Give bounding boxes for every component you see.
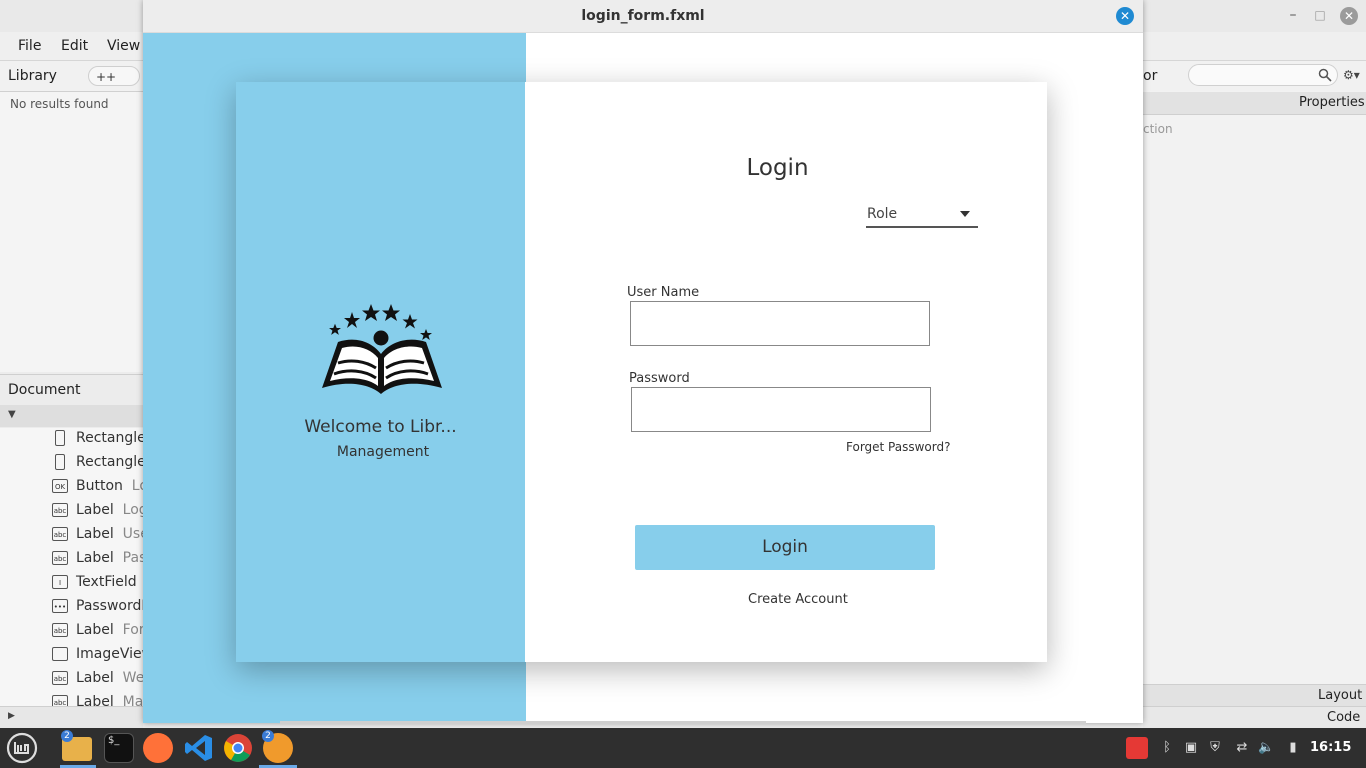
maximize-icon[interactable]: □ <box>1313 8 1327 22</box>
volume-icon[interactable]: 🔈 <box>1258 739 1274 757</box>
document-row-type: Label <box>76 526 114 542</box>
password-label: Password <box>629 371 690 386</box>
menu-edit[interactable]: Edit <box>61 38 88 54</box>
document-subheader <box>0 405 143 427</box>
node-type-icon: I <box>52 575 68 589</box>
document-tree-row[interactable]: abc Label Log <box>52 502 143 526</box>
imageview-icon <box>52 647 68 661</box>
library-logo-icon <box>322 304 442 394</box>
document-row-name: Log <box>122 502 143 518</box>
document-row-name: Mar <box>122 694 143 706</box>
document-row-name: Pas <box>122 550 143 566</box>
password-input[interactable] <box>631 387 931 432</box>
role-dropdown-value: Role <box>867 206 898 222</box>
inspector-partial-text: ction <box>1143 122 1173 136</box>
inspector-search-input[interactable] <box>1188 64 1338 86</box>
network-icon[interactable]: ⇄ <box>1234 739 1250 757</box>
bluetooth-icon[interactable]: ᛒ <box>1159 739 1175 757</box>
document-row-type: TextField <box>76 574 137 590</box>
forgot-password-link[interactable]: Forget Password? <box>846 440 950 454</box>
mint-menu-icon[interactable] <box>6 732 38 764</box>
document-tree-row[interactable]: abc Label Forg <box>52 622 143 646</box>
node-type-icon: abc <box>52 551 68 565</box>
chrome-icon[interactable] <box>223 733 253 763</box>
close-icon[interactable]: ✕ <box>1116 7 1134 25</box>
welcome-subtitle: Management <box>336 444 430 460</box>
firefox-icon[interactable] <box>143 733 173 763</box>
shield-icon[interactable]: ⛨ <box>1207 739 1223 757</box>
document-row-type: Rectangle <box>76 454 143 470</box>
document-row-type: Rectangle <box>76 430 143 446</box>
node-type-icon: abc <box>52 527 68 541</box>
node-type-icon: ••• <box>52 599 68 613</box>
rectangle-icon <box>55 430 65 446</box>
search-icon <box>1318 68 1332 82</box>
library-title: Library <box>8 68 57 84</box>
document-row-type: ImageView <box>76 646 143 662</box>
document-row-name: Forg <box>122 622 143 638</box>
layout-label: Layout <box>1318 688 1363 703</box>
node-type-icon: abc <box>52 671 68 685</box>
clipboard-icon[interactable]: ▣ <box>1183 739 1199 757</box>
library-panel <box>0 92 143 372</box>
horizontal-scrollbar[interactable] <box>280 721 1086 724</box>
node-type-icon: OK <box>52 479 68 493</box>
code-label: Code <box>1327 710 1361 725</box>
document-tree-row[interactable]: Rectangle <box>52 454 143 478</box>
inspector-panel <box>1143 61 1366 728</box>
node-type-icon: abc <box>52 695 68 706</box>
gear-icon[interactable]: ⚙▾ <box>1343 68 1360 82</box>
node-type-icon: abc <box>52 623 68 637</box>
document-tree-row[interactable]: abc Label Pas <box>52 550 143 574</box>
rectangle-icon <box>55 454 65 470</box>
menu-view[interactable]: View <box>107 38 140 54</box>
document-row-type: PasswordF <box>76 598 143 614</box>
node-type-icon: abc <box>52 503 68 517</box>
vscode-icon[interactable] <box>184 733 214 763</box>
create-account-link[interactable]: Create Account <box>748 592 848 607</box>
document-tree-row[interactable]: OK Button Lo <box>52 478 143 502</box>
document-row-name: Lo <box>131 478 143 494</box>
battery-icon[interactable]: ▮ <box>1285 739 1301 757</box>
inspector-title-partial: or <box>1143 68 1158 84</box>
document-row-type: Label <box>76 502 114 518</box>
document-row-type: Label <box>76 694 114 706</box>
preview-title: login_form.fxml <box>581 8 705 24</box>
anydesk-tray-icon[interactable] <box>1126 737 1148 759</box>
scenebuilder-badge: 2 <box>262 730 274 742</box>
login-button[interactable]: Login <box>635 525 935 570</box>
document-row-name: Use <box>122 526 143 542</box>
document-row-type: Label <box>76 670 114 686</box>
expand-caret-icon[interactable]: ▶ <box>8 711 15 721</box>
dropdown-arrow-icon[interactable] <box>960 211 970 217</box>
document-tree-row[interactable]: abc Label Use <box>52 526 143 550</box>
bottom-strip <box>0 706 143 729</box>
document-tree-row[interactable]: abc Label Mar <box>52 694 143 706</box>
login-heading: Login <box>746 155 809 181</box>
terminal-icon[interactable]: $_ <box>104 733 134 763</box>
document-tree-row[interactable]: I TextField <box>52 574 137 598</box>
menu-file[interactable]: File <box>18 38 41 54</box>
document-tree-row[interactable]: ••• PasswordF <box>52 598 143 622</box>
library-add-button[interactable]: ++ <box>88 66 140 86</box>
document-row-name: Wel <box>122 670 143 686</box>
welcome-text: Welcome to Libr... <box>304 417 457 437</box>
document-title: Document <box>8 382 81 398</box>
document-row-type: Button <box>76 478 123 494</box>
collapse-caret-icon[interactable]: ▼ <box>8 409 16 420</box>
document-tree: Rectangle Rectangle OK Button Lo abc Label Lo… <box>0 428 143 706</box>
document-row-type: Label <box>76 622 114 638</box>
username-input[interactable] <box>630 301 930 346</box>
username-label: User Name <box>627 285 700 300</box>
document-tree-row[interactable]: Rectangle <box>52 430 143 454</box>
properties-label: Properties <box>1299 95 1365 110</box>
document-tree-row[interactable]: abc Label Wel <box>52 670 143 694</box>
document-tree-row[interactable]: ImageView <box>52 646 143 670</box>
library-empty-text: No results found <box>10 97 109 111</box>
document-row-type: Label <box>76 550 114 566</box>
close-icon[interactable]: ✕ <box>1340 7 1358 25</box>
clock: 16:15 <box>1310 740 1352 755</box>
minimize-icon[interactable]: – <box>1286 8 1300 22</box>
files-badge: 2 <box>61 730 73 742</box>
